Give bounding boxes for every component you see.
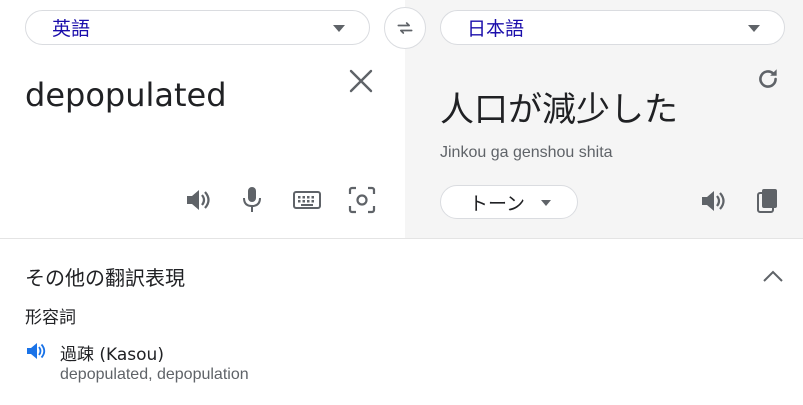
swap-arrows-icon [397, 22, 413, 34]
chevron-down-icon [541, 200, 551, 206]
keyboard-button[interactable] [290, 183, 324, 217]
part-of-speech-label: 形容詞 [25, 308, 76, 328]
source-language-select[interactable]: 英語 [25, 10, 370, 45]
copy-translation-button[interactable] [751, 184, 785, 218]
speaker-icon [702, 191, 725, 211]
source-text-input[interactable]: depopulated [25, 76, 227, 114]
camera-icon [348, 186, 376, 214]
retranslate-button[interactable] [751, 62, 785, 96]
divider [0, 238, 803, 239]
keyboard-icon [293, 191, 321, 209]
chevron-down-icon [333, 25, 345, 32]
collapse-more-translations-button[interactable] [756, 262, 790, 290]
speaker-icon [27, 343, 46, 359]
translation-output: 人口が減少した [440, 90, 678, 130]
target-listen-button[interactable] [696, 184, 730, 218]
translation-entry-synonyms: depopulated, depopulation [60, 366, 249, 383]
source-language-label: 英語 [52, 18, 91, 40]
refresh-icon [759, 69, 777, 88]
entry-listen-button[interactable] [25, 341, 47, 361]
tone-select[interactable]: トーン [440, 185, 578, 219]
voice-input-button[interactable] [235, 183, 269, 217]
chevron-down-icon [748, 25, 760, 32]
clear-source-button[interactable] [344, 66, 378, 100]
translation-entry-term[interactable]: 過疎 (Kasou) [60, 340, 164, 365]
camera-input-button[interactable] [345, 183, 379, 217]
close-icon [349, 69, 373, 93]
source-listen-button[interactable] [181, 183, 215, 217]
romanization-text: Jinkou ga genshou shita [440, 144, 613, 161]
tone-label: トーン [469, 192, 526, 215]
target-language-label: 日本語 [467, 18, 525, 40]
microphone-icon [243, 187, 261, 212]
more-translations-heading: その他の翻訳表現 [25, 266, 185, 290]
copy-icon [757, 189, 777, 213]
target-language-select[interactable]: 日本語 [440, 10, 785, 45]
speaker-icon [187, 190, 210, 210]
swap-languages-button[interactable] [384, 7, 426, 49]
chevron-up-icon [763, 270, 783, 282]
